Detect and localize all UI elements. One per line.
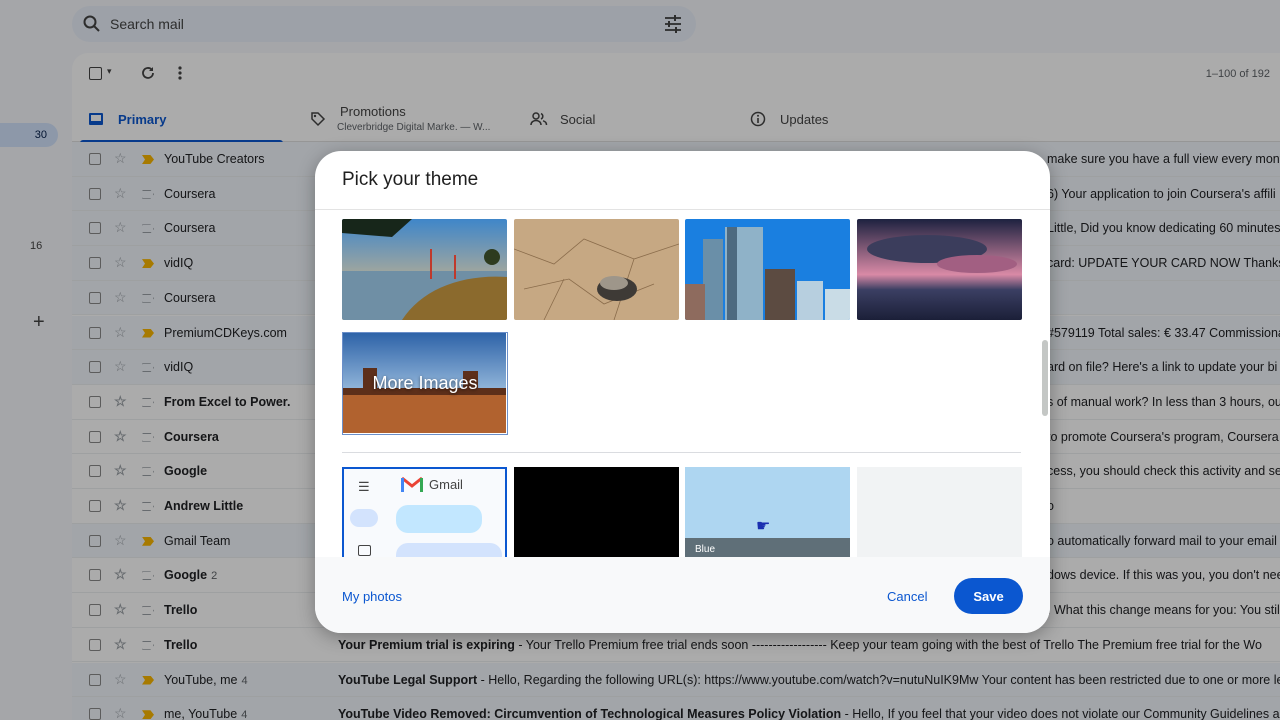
theme-golden-gate[interactable] [342,219,507,320]
dialog-footer: My photos Cancel Save [315,557,1050,633]
theme-default[interactable]: ☰ Gmail [342,467,507,557]
theme-dark[interactable] [514,467,679,557]
my-photos-link[interactable]: My photos [342,589,402,604]
theme-city-towers[interactable] [685,219,850,320]
gmail-logo-icon [401,476,423,492]
compose-pill [396,505,482,533]
mouse-pointer-icon: ☛ [756,518,771,535]
theme-storm-sky[interactable] [857,219,1022,320]
section-divider [342,452,1021,453]
theme-grid: More Images ☰ Gmail Blue [315,210,1050,557]
theme-blue[interactable]: Blue [685,467,850,557]
chat-icon [358,545,371,556]
theme-picker-dialog: Pick your theme More Images ☰ Gmail Blue… [315,151,1050,633]
dialog-scrollbar[interactable] [1042,340,1048,416]
more-images-button[interactable]: More Images [342,332,508,435]
dialog-title: Pick your theme [342,169,479,190]
save-button[interactable]: Save [954,578,1023,614]
mail-icon [350,509,378,527]
theme-blue-label: Blue [685,538,850,557]
theme-desert-rock[interactable] [514,219,679,320]
menu-icon: ☰ [358,479,370,494]
gmail-label: Gmail [429,477,463,492]
nav-pill [396,543,502,557]
cancel-button[interactable]: Cancel [887,589,927,604]
theme-light-grey[interactable] [857,467,1022,557]
more-images-label: More Images [372,373,478,393]
